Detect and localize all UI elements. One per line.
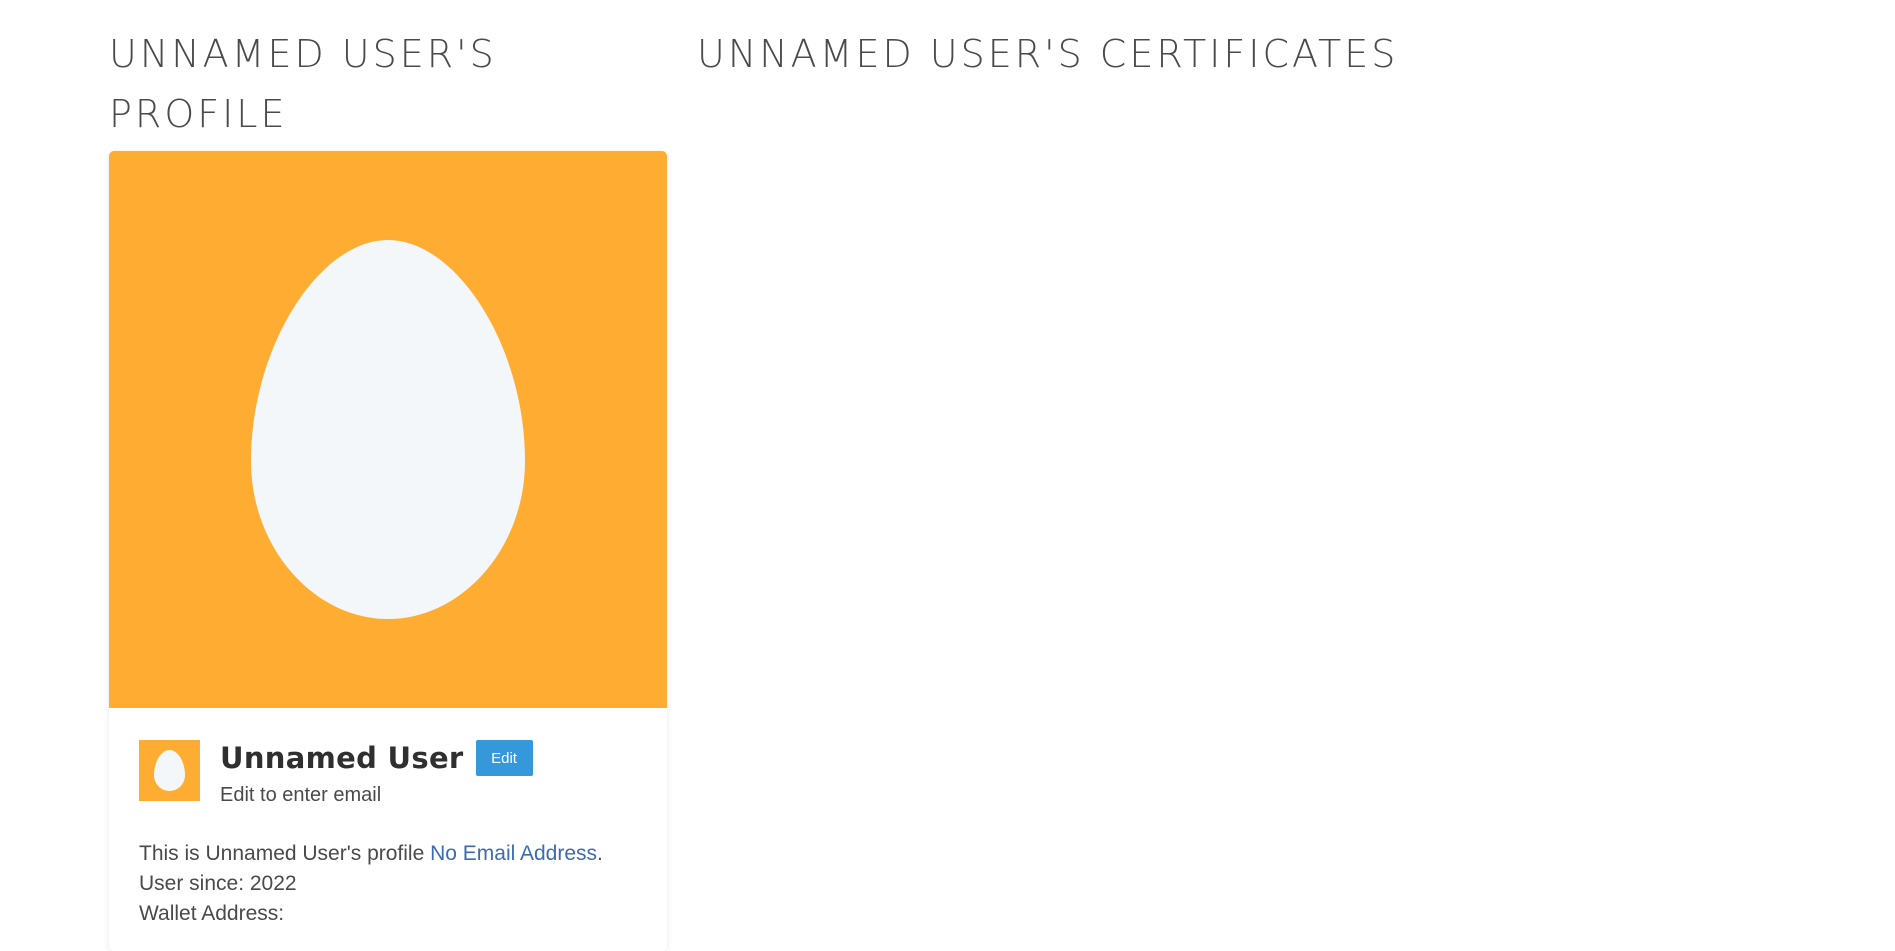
email-hint: Edit to enter email	[220, 784, 382, 806]
user-since: User since: 2022	[139, 872, 297, 895]
profile-description: This is Unnamed User's profile	[139, 842, 425, 865]
profile-title-line-1: UNNAMED USER'S	[109, 32, 497, 76]
egg-icon	[251, 240, 525, 619]
profile-description-line: This is Unnamed User's profile No Email …	[139, 839, 603, 869]
profile-card: Unnamed User Edit Edit to enter email Th…	[109, 151, 667, 951]
profile-page-title: UNNAMED USER'S PROFILE	[109, 24, 649, 144]
profile-info: This is Unnamed User's profile No Email …	[139, 839, 603, 929]
certificates-page-title: UNNAMED USER'S CERTIFICATES	[697, 32, 1399, 76]
wallet-address-label: Wallet Address:	[139, 902, 285, 925]
egg-icon	[154, 750, 185, 791]
name-row: Unnamed User Edit	[220, 740, 533, 776]
email-link[interactable]: No Email Address	[430, 842, 597, 865]
period: .	[597, 842, 603, 865]
user-name: Unnamed User	[220, 741, 464, 775]
profile-cover-image	[109, 151, 667, 708]
avatar	[139, 740, 200, 801]
edit-profile-button[interactable]: Edit	[475, 740, 533, 776]
profile-title-line-2: PROFILE	[109, 92, 288, 136]
